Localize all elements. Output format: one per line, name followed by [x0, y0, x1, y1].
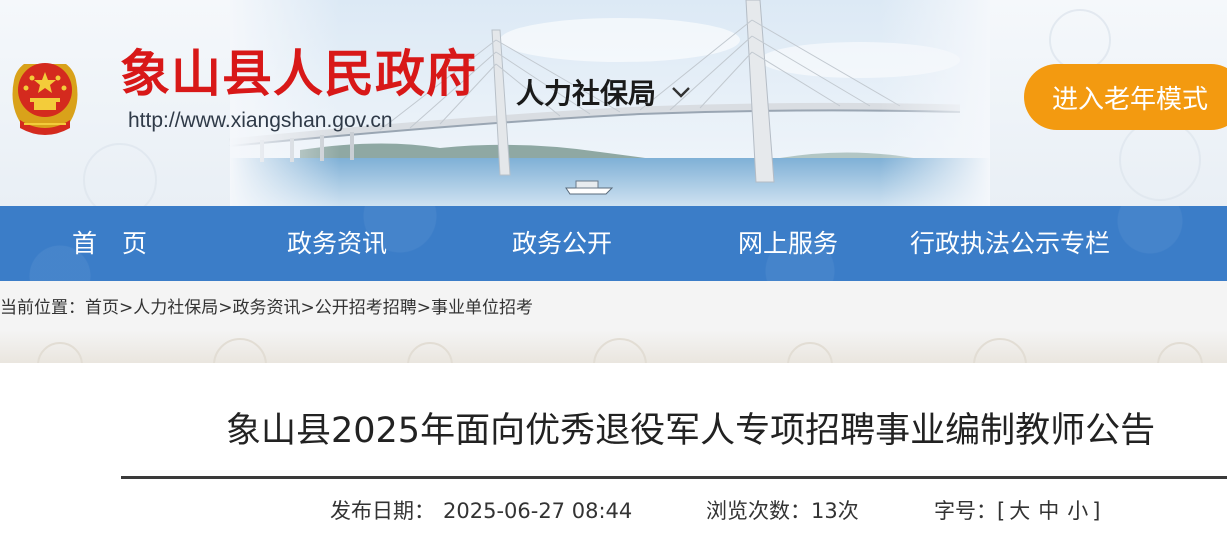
breadcrumb: 当前位置：首页>人力社保局>政务资讯>公开招考招聘>事业单位招考 — [0, 296, 533, 320]
breadcrumb-prefix: 当前位置： — [0, 298, 85, 318]
nav-item-online-services[interactable]: 网上服务 — [738, 206, 838, 281]
nav-item-government-disclosure[interactable]: 政务公开 — [512, 206, 612, 281]
view-count-label: 浏览次数： — [706, 499, 811, 523]
elder-mode-button[interactable]: 进入老年模式 — [1024, 64, 1227, 130]
national-emblem-icon — [12, 63, 78, 135]
article-title: 象山县2025年面向优秀退役军人专项招聘事业编制教师公告 — [226, 411, 1156, 451]
font-size-label: 字号： — [934, 499, 997, 523]
site-title: 象山县人民政府 — [120, 44, 477, 103]
nav-item-home[interactable]: 首 页 — [72, 206, 147, 281]
site-url[interactable]: http://www.xiangshan.gov.cn — [128, 109, 393, 133]
elder-mode-button-label: 进入老年模式 — [1052, 84, 1209, 115]
decorative-pattern — [37, 338, 1203, 363]
nav-item-law-enforcement[interactable]: 行政执法公示专栏 — [910, 206, 1110, 281]
breadcrumb-home[interactable]: 首页 — [85, 298, 119, 318]
department-selector-label: 人力社保局 — [516, 77, 657, 110]
view-count: 浏览次数：13次 — [706, 496, 859, 526]
site-header-banner: 象山县人民政府 http://www.xiangshan.gov.cn 人力社保… — [0, 0, 1227, 206]
font-size-medium-button[interactable]: 中 — [1034, 499, 1063, 523]
main-nav: 首 页 政务资讯 政务公开 网上服务 行政执法公示专栏 — [0, 206, 1227, 281]
breadcrumb-separator: > — [119, 298, 134, 318]
breadcrumb-government-news[interactable]: 政务资讯 — [233, 298, 301, 318]
breadcrumb-institution-recruitment[interactable]: 事业单位招考 — [431, 298, 533, 318]
view-count-value: 13次 — [811, 499, 859, 523]
title-divider — [121, 476, 1227, 479]
breadcrumb-separator: > — [218, 298, 233, 318]
breadcrumb-separator: > — [300, 298, 315, 318]
publish-date: 发布日期： 2025-06-27 08:44 — [330, 496, 632, 526]
department-selector[interactable]: 人力社保局 — [516, 72, 692, 112]
publish-date-label: 发布日期： — [330, 499, 435, 523]
font-size-bracket-open: [ — [997, 499, 1006, 523]
font-size-control: 字号：[大中小] — [934, 496, 1100, 526]
breadcrumb-public-recruitment[interactable]: 公开招考招聘 — [315, 298, 417, 318]
chevron-down-icon — [672, 87, 690, 98]
breadcrumb-separator: > — [416, 298, 431, 318]
font-size-bracket-close: ] — [1092, 499, 1101, 523]
breadcrumb-hrss-bureau[interactable]: 人力社保局 — [133, 298, 218, 318]
publish-date-value: 2025-06-27 08:44 — [443, 499, 633, 523]
breadcrumb-bar — [0, 281, 1227, 363]
font-size-large-button[interactable]: 大 — [1005, 499, 1034, 523]
nav-item-government-news[interactable]: 政务资讯 — [287, 206, 387, 281]
font-size-small-button[interactable]: 小 — [1063, 499, 1092, 523]
